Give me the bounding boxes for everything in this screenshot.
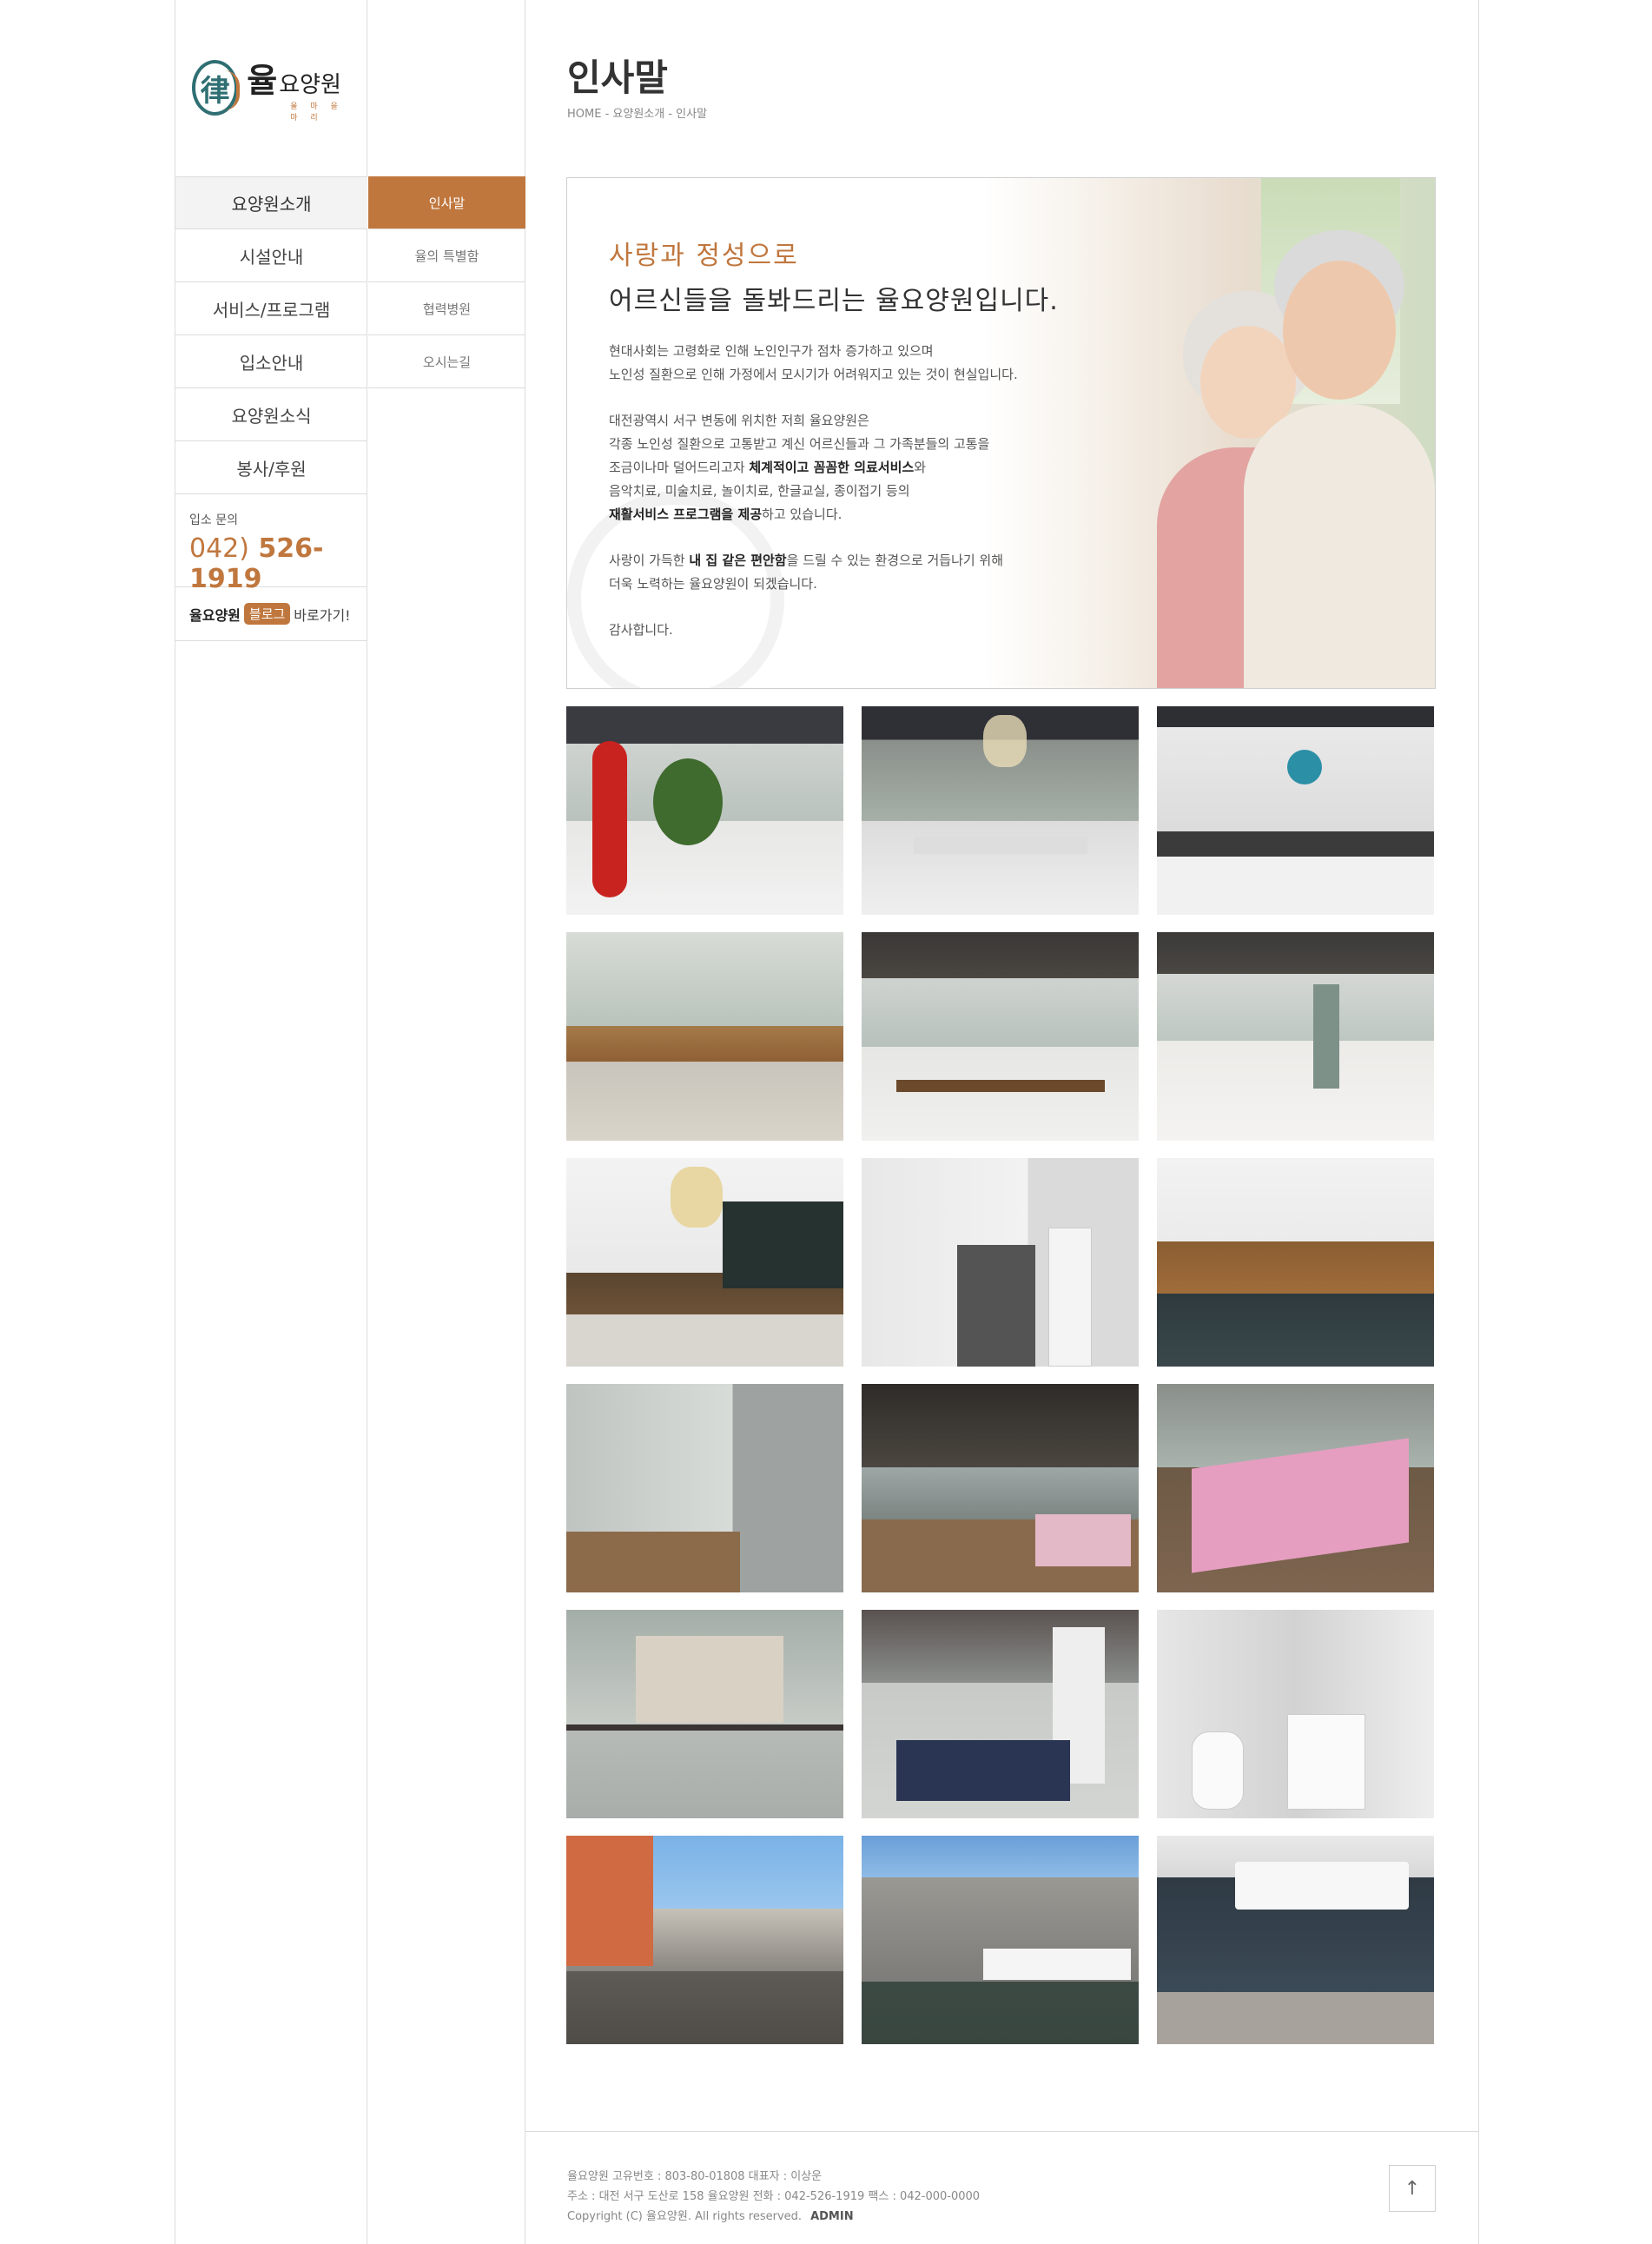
greeting-hero: 사랑과 정성으로 어르신들을 돌봐드리는 율요양원입니다. 현대사회는 고령화로…	[566, 177, 1436, 689]
blog-badge: 블로그	[243, 603, 291, 625]
breadcrumb: HOME - 요양원소개 - 인사말	[567, 108, 708, 121]
photo-dining-hall	[862, 932, 1139, 1141]
logo-name-big: 율	[247, 61, 278, 100]
admin-link[interactable]: ADMIN	[810, 2210, 854, 2223]
footer-line-2: 주소 : 대전 서구 도산로 158 율요양원 전화 : 042-526-191…	[567, 2190, 981, 2203]
footer-line-3: Copyright (C) 율요양원. All rights reserved.…	[567, 2210, 854, 2223]
photo-bedroom-cabinet	[862, 1610, 1139, 1818]
scroll-top-button[interactable]: ↑	[1389, 2165, 1436, 2212]
blog-prefix: 율요양원	[189, 606, 241, 624]
contact-phone[interactable]: 042) 526-1919	[189, 533, 354, 594]
photo-building-exterior	[862, 1836, 1139, 2044]
contact-label: 입소 문의	[189, 513, 238, 527]
nav-item-services[interactable]: 서비스/프로그램	[175, 282, 367, 335]
nav-item-news[interactable]: 요양원소식	[175, 388, 367, 441]
footer: 율요양원 고유번호 : 803-80-01808 대표자 : 이상운 주소 : …	[567, 2167, 980, 2227]
footer-line-1: 율요양원 고유번호 : 803-80-01808 대표자 : 이상운	[567, 2170, 823, 2183]
photo-dining-room-chandelier	[566, 1158, 843, 1367]
photo-lobby-red-lamp	[566, 706, 843, 915]
photo-lounge-wood-table	[566, 932, 843, 1141]
hero-paragraph-3: 사랑이 가득한 내 집 같은 편안함을 드릴 수 있는 환경으로 거듭나기 위해…	[609, 553, 1004, 592]
contact-area-code: 042)	[189, 533, 249, 564]
subnav-item-hospitals[interactable]: 협력병원	[368, 282, 525, 335]
nav-item-volunteer[interactable]: 봉사/후원	[175, 441, 367, 494]
hero-heading: 어르신들을 돌봐드리는 율요양원입니다.	[609, 286, 1059, 316]
footer-divider	[525, 2131, 1479, 2132]
hero-heading-accent: 사랑과 정성으로	[609, 241, 799, 271]
facility-gallery	[566, 706, 1436, 2044]
photo-bedroom-pink-beds	[1157, 1384, 1434, 1592]
nav-item-about[interactable]: 요양원소개	[175, 176, 367, 229]
nav-item-facilities[interactable]: 시설안내	[175, 229, 367, 282]
subnav-item-special[interactable]: 율의 특별함	[368, 229, 525, 282]
logo-seal-icon: 律	[192, 60, 241, 116]
photo-information-desk	[1157, 706, 1434, 915]
photo-hallway-door	[566, 1384, 843, 1592]
photo-building-entrance	[1157, 1836, 1434, 2044]
nav-item-admission[interactable]: 입소안내	[175, 335, 367, 388]
hero-closing: 감사합니다.	[609, 622, 673, 638]
photo-lobby-chandelier	[862, 706, 1139, 915]
logo-name-small: 요양원	[279, 71, 341, 98]
photo-bedroom-window	[862, 1384, 1139, 1592]
hero-paragraph-2: 대전광역시 서구 변동에 위치한 저희 율요양원은 각종 노인성 질환으로 고통…	[609, 413, 990, 522]
photo-bedroom-city-view	[566, 1610, 843, 1818]
admission-contact: 입소 문의 042) 526-1919	[175, 492, 367, 594]
subnav-item-directions[interactable]: 오시는길	[368, 335, 525, 388]
main-nav: 요양원소개 시설안내 서비스/프로그램 입소안내 요양원소식 봉사/후원	[175, 176, 367, 494]
photo-parking-lot	[566, 1836, 843, 2044]
blog-suffix: 바로가기!	[294, 606, 351, 624]
photo-sink-area	[862, 1158, 1139, 1367]
site-logo[interactable]: 律 율 요양원 율 마 을 마 리	[192, 57, 357, 122]
logo-subtitle: 율 마 을 마 리	[290, 102, 343, 122]
hero-paragraph-1: 현대사회는 고령화로 인해 노인인구가 점차 증가하고 있으며 노인성 질환으로 …	[609, 343, 1018, 382]
photo-dining-tables	[1157, 1158, 1434, 1367]
blog-link[interactable]: 율요양원 블로그 바로가기!	[175, 587, 367, 641]
sub-nav: 인사말 율의 특별함 협력병원 오시는길	[368, 176, 525, 388]
subnav-item-greeting[interactable]: 인사말	[368, 176, 525, 229]
photo-common-room	[1157, 932, 1434, 1141]
photo-bathroom	[1157, 1610, 1434, 1818]
page-title: 인사말	[567, 56, 668, 99]
